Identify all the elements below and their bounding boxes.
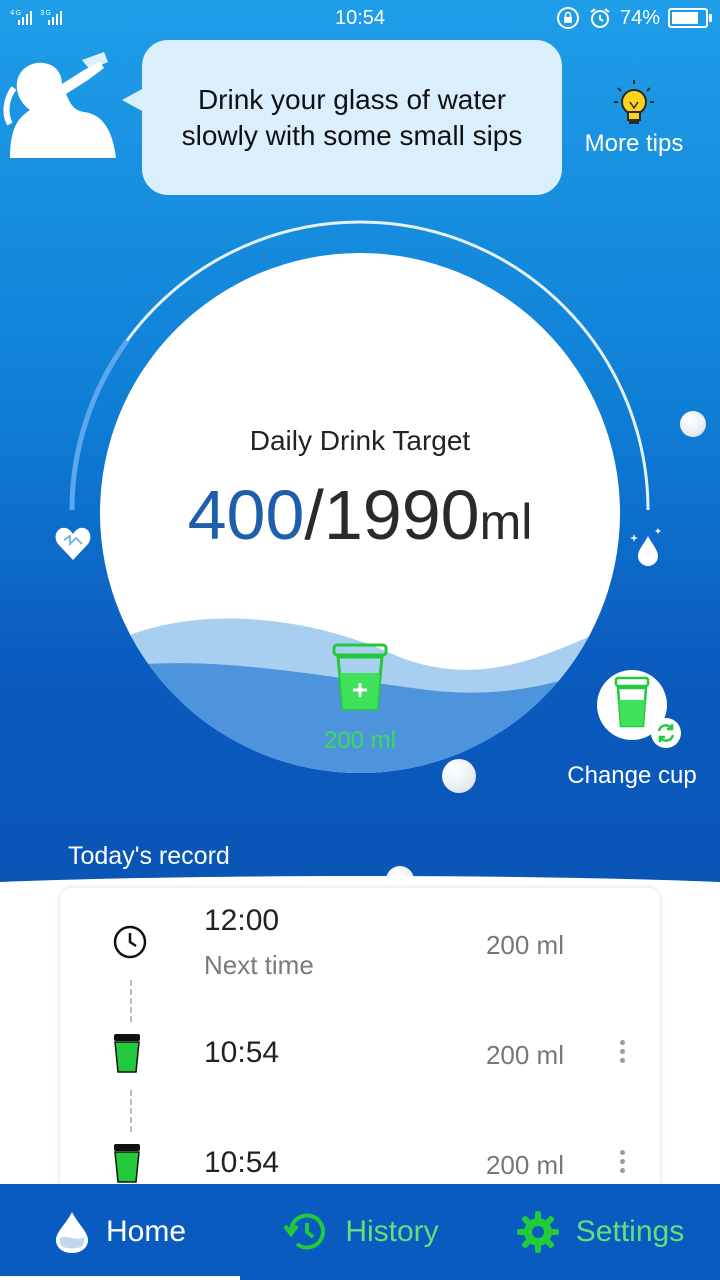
record-time: 10:54 xyxy=(204,1146,280,1179)
next-drink-row: 12:00 Next time 200 ml xyxy=(60,888,660,998)
record-amount: 200 ml xyxy=(485,1150,564,1180)
record-time: 10:54 xyxy=(204,1036,280,1069)
daily-target-circle[interactable]: Daily Drink Target 400/1990ml 200 ml xyxy=(100,253,620,773)
record-entry-row: 10:54 200 ml xyxy=(60,1108,660,1188)
next-drink-time: 12:00 xyxy=(204,904,280,937)
daily-target-amount: 400/1990ml xyxy=(100,475,620,555)
water-drop-sparkle-icon xyxy=(630,528,661,566)
add-cup-amount: 200 ml xyxy=(323,727,397,754)
next-drink-label: Next time xyxy=(204,950,314,980)
amount-separator: / xyxy=(304,476,324,554)
record-list[interactable]: 12:00 Next time 200 ml 10:54 200 ml 10:5… xyxy=(60,888,660,1188)
amount-unit: ml xyxy=(479,494,533,550)
change-cup-icon xyxy=(597,670,681,748)
history-icon xyxy=(283,1213,326,1250)
todays-record-title: Today's record xyxy=(68,842,230,870)
change-cup-button[interactable]: Change cup xyxy=(560,670,704,790)
goal-amount: 1990 xyxy=(323,476,480,554)
current-amount: 400 xyxy=(187,476,305,554)
daily-target-label: Daily Drink Target xyxy=(249,425,471,456)
floating-bubble xyxy=(442,759,476,793)
refresh-icon xyxy=(651,718,681,748)
next-drink-amount: 200 ml xyxy=(485,930,564,960)
more-options-icon[interactable] xyxy=(620,1150,626,1177)
clock-icon xyxy=(113,925,147,959)
tab-history[interactable]: History xyxy=(240,1184,480,1280)
gear-icon xyxy=(516,1211,559,1253)
record-amount: 200 ml xyxy=(485,1040,564,1070)
change-cup-label: Change cup xyxy=(567,762,697,789)
bottom-tab-bar: Home History Settings xyxy=(0,1184,720,1280)
hero-bottom-curve xyxy=(0,876,720,890)
tab-home-label: Home xyxy=(105,1215,187,1248)
heart-icon xyxy=(55,527,91,560)
cup-icon xyxy=(114,1034,140,1073)
water-drop-icon xyxy=(55,1212,88,1253)
cup-icon xyxy=(114,1144,140,1183)
floating-bubble xyxy=(680,411,706,437)
tab-settings-label: Settings xyxy=(575,1215,685,1248)
hero-panel: 4G 3G 10:54 74% Drink your glass of wate… xyxy=(0,0,720,890)
tab-history-label: History xyxy=(345,1215,439,1248)
record-entry-row: 10:54 200 ml xyxy=(60,998,660,1108)
add-cup-icon[interactable] xyxy=(332,643,388,713)
tab-home[interactable]: Home xyxy=(0,1184,240,1280)
tab-settings[interactable]: Settings xyxy=(480,1184,720,1280)
more-options-icon[interactable] xyxy=(620,1040,626,1067)
